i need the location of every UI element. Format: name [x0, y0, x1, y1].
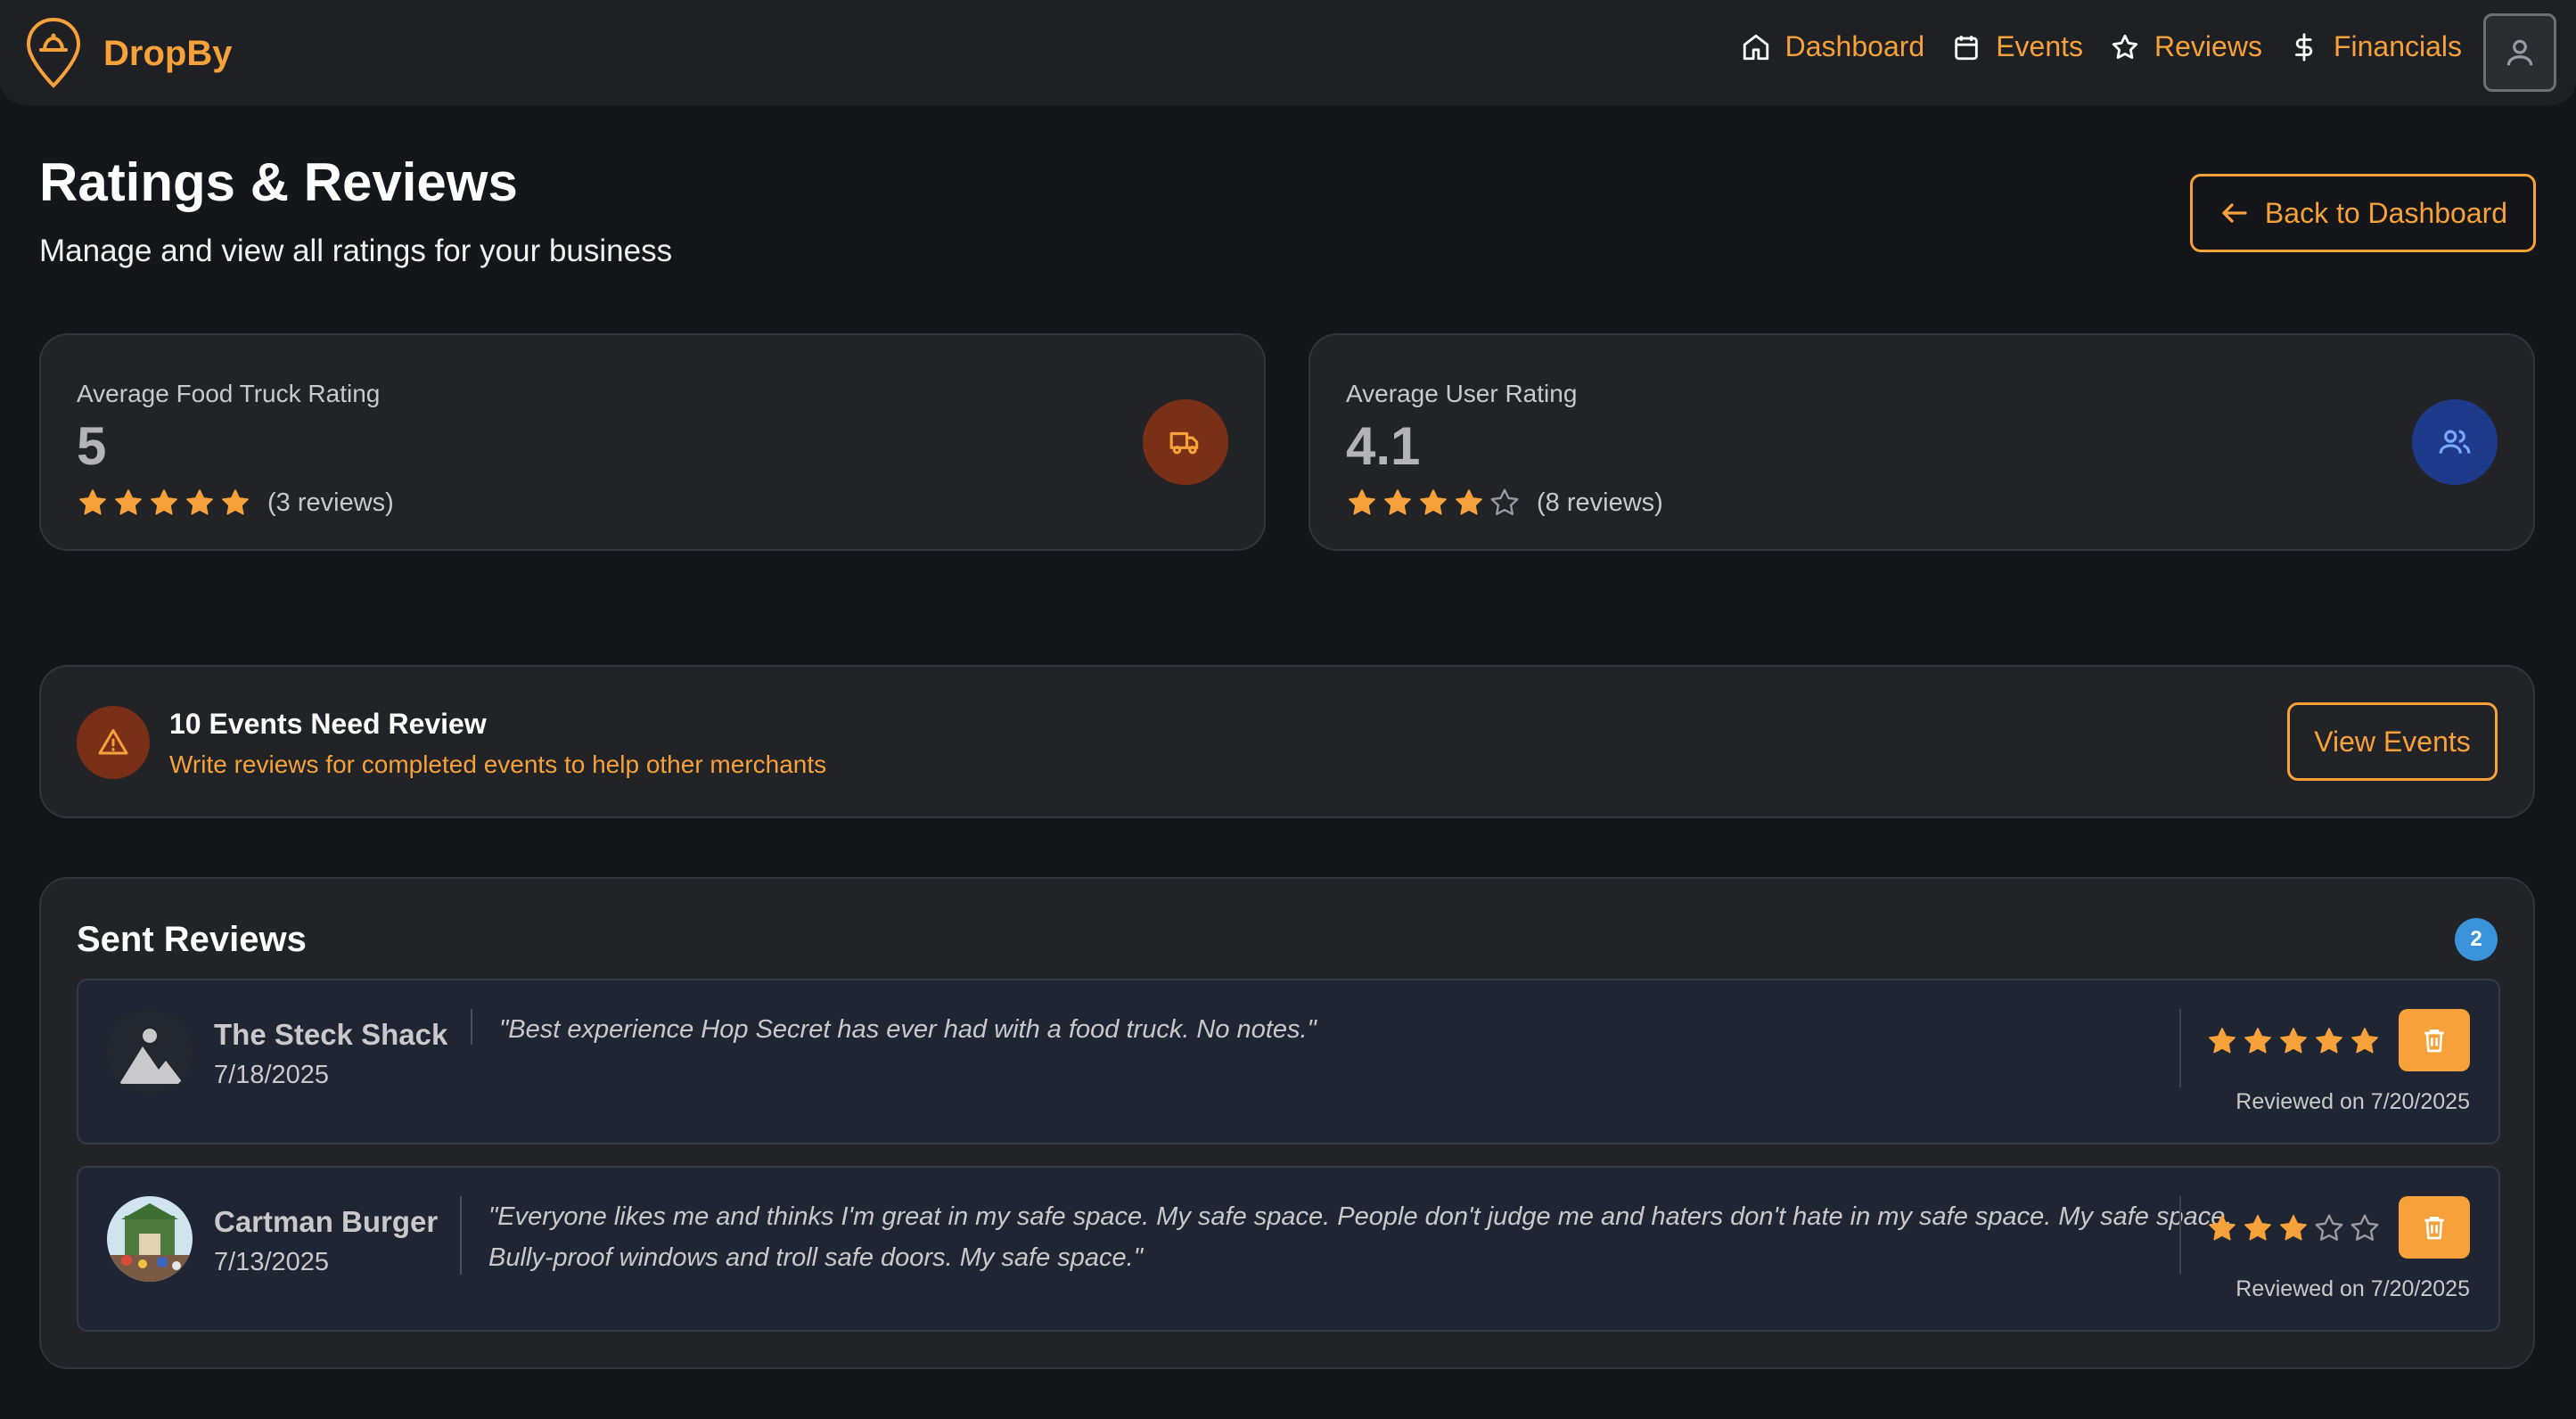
food-truck-rating-card: Average Food Truck Rating 5 (3 reviews) — [39, 333, 1266, 551]
home-icon — [1743, 34, 1768, 60]
star-filled-icon — [1384, 489, 1411, 515]
review-stars — [2206, 1025, 2384, 1057]
users-icon — [2439, 430, 2471, 454]
star-filled-icon — [2280, 1215, 2307, 1241]
alert-subtitle: Write reviews for completed events to he… — [169, 751, 827, 778]
page-subtitle: Manage and view all ratings for your bus… — [39, 234, 673, 268]
view-events-button[interactable]: View Events — [2287, 702, 2498, 781]
nav-label-events: Events — [1996, 30, 2084, 62]
logo-icon — [26, 17, 81, 88]
alert-title: 10 Events Need Review — [169, 708, 487, 740]
star-filled-icon — [1456, 489, 1482, 515]
star-filled-icon — [2244, 1028, 2271, 1054]
nav-item-dashboard[interactable]: Dashboard — [1741, 30, 1925, 63]
calendar-icon — [1955, 35, 1978, 60]
trash-icon — [2424, 1029, 2444, 1053]
reviewed-on-date: Reviewed on 7/20/2025 — [2236, 1089, 2470, 1114]
nav-item-financials[interactable]: Financials — [2289, 30, 2462, 63]
star-filled-icon — [2209, 1028, 2236, 1054]
user-rating-card: Average User Rating 4.1 (8 reviews) — [1309, 333, 2535, 551]
sent-reviews-section: Sent Reviews 2 The Steck Shack 7/18/2025… — [39, 877, 2535, 1369]
star-filled-icon — [115, 489, 142, 515]
avatar — [107, 1009, 193, 1095]
review-text: "Best experience Hop Secret has ever had… — [499, 1015, 1317, 1044]
user-menu-button[interactable] — [2483, 13, 2556, 92]
top-navbar: DropBy Dashboard Events Reviews Financia… — [0, 0, 2576, 105]
food-truck-rating-stars: (3 reviews) — [77, 487, 394, 519]
arrow-left-icon — [2222, 203, 2247, 223]
star-filled-icon — [2244, 1215, 2271, 1241]
user-rating-value: 4.1 — [1346, 416, 1421, 476]
sent-reviews-title: Sent Reviews — [77, 920, 307, 959]
star-icon — [2112, 34, 2138, 59]
star-rating — [2206, 1212, 2384, 1244]
review-event-date: 7/13/2025 — [214, 1248, 330, 1276]
user-review-count: (8 reviews) — [1537, 488, 1663, 517]
trash-icon — [2424, 1217, 2444, 1240]
food-truck-review-count: (3 reviews) — [267, 488, 394, 517]
dollar-icon — [2295, 32, 2313, 62]
nav-item-reviews[interactable]: Reviews — [2110, 30, 2262, 63]
divider — [2179, 1196, 2181, 1275]
review-event-date: 7/18/2025 — [214, 1061, 330, 1089]
star-filled-icon — [222, 489, 249, 515]
user-rating-stars: (8 reviews) — [1346, 487, 1663, 519]
user-icon — [2506, 39, 2533, 66]
review-merchant-name: The Steck Shack — [214, 1018, 448, 1051]
review-text: "Everyone likes me and thinks I'm great … — [488, 1202, 2233, 1272]
nav-label-financials: Financials — [2333, 30, 2462, 62]
star-empty-icon — [1490, 488, 1519, 515]
delete-review-button[interactable] — [2399, 1009, 2470, 1071]
warning-icon-badge — [77, 706, 150, 779]
delete-review-button[interactable] — [2399, 1196, 2470, 1259]
review-count-badge: 2 — [2455, 918, 2498, 961]
nav-links: Dashboard Events Reviews Financials — [1741, 30, 2462, 63]
star-rating — [2206, 1025, 2384, 1057]
nav-label-dashboard: Dashboard — [1784, 30, 1925, 62]
review-stars — [2206, 1212, 2384, 1244]
merchant-photo-icon — [107, 1196, 193, 1282]
warning-icon — [98, 729, 128, 755]
divider — [471, 1009, 472, 1045]
back-button-label: Back to Dashboard — [2264, 196, 2508, 229]
food-truck-rating-value: 5 — [77, 416, 107, 476]
star-empty-icon — [2315, 1214, 2343, 1241]
star-filled-icon — [186, 489, 213, 515]
star-filled-icon — [2351, 1028, 2378, 1054]
truck-icon-badge — [1143, 399, 1228, 485]
truck-icon — [1169, 431, 1199, 455]
users-icon-badge — [2412, 399, 2498, 485]
review-item: Cartman Burger 7/13/2025 "Everyone likes… — [77, 1166, 2500, 1332]
back-to-dashboard-button[interactable]: Back to Dashboard — [2190, 174, 2536, 252]
placeholder-avatar-icon — [107, 1009, 193, 1095]
divider — [460, 1196, 462, 1275]
star-filled-icon — [1420, 489, 1447, 515]
divider — [2179, 1009, 2181, 1087]
user-rating-label: Average User Rating — [1346, 380, 1578, 407]
brand-name: DropBy — [103, 33, 233, 73]
star-filled-icon — [1349, 489, 1375, 515]
food-truck-rating-label: Average Food Truck Rating — [77, 380, 381, 407]
star-empty-icon — [2350, 1214, 2379, 1241]
star-filled-icon — [2316, 1028, 2342, 1054]
star-filled-icon — [2209, 1215, 2236, 1241]
star-filled-icon — [79, 489, 106, 515]
events-need-review-alert: 10 Events Need Review Write reviews for … — [39, 665, 2535, 818]
brand[interactable]: DropBy — [25, 16, 232, 91]
star-rating — [77, 487, 255, 519]
star-filled-icon — [2280, 1028, 2307, 1054]
review-item: The Steck Shack 7/18/2025 "Best experien… — [77, 979, 2500, 1144]
avatar — [107, 1196, 193, 1282]
nav-item-events[interactable]: Events — [1951, 30, 2083, 63]
star-filled-icon — [151, 489, 177, 515]
page-title: Ratings & Reviews — [39, 152, 518, 212]
star-rating — [1346, 487, 1524, 519]
review-merchant-name: Cartman Burger — [214, 1205, 439, 1238]
reviewed-on-date: Reviewed on 7/20/2025 — [2236, 1276, 2470, 1301]
nav-label-reviews: Reviews — [2154, 30, 2262, 62]
